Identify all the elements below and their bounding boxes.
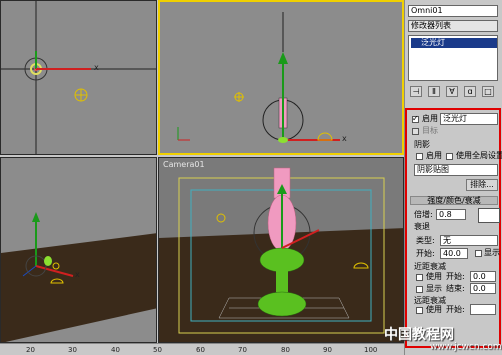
near-start-label: 开始: [446, 272, 465, 281]
make-unique-icon[interactable]: ∀ [446, 86, 458, 97]
decay-show-label: 显示 [484, 248, 500, 257]
far-use-label: 使用 [426, 305, 442, 314]
shadows-group-title: 阴影 [414, 140, 430, 149]
near-end-label: 结束: [446, 284, 465, 293]
light-enable-checkbox[interactable] [412, 114, 419, 124]
tick-label: 30 [68, 346, 77, 354]
shadow-enable-label: 启用 [426, 151, 442, 160]
light-enable-label: 启用 [422, 114, 438, 123]
tick-label: 50 [153, 346, 162, 354]
timeline-ruler[interactable]: 20 30 40 50 60 70 80 90 100 [0, 343, 404, 355]
object-name-field[interactable]: Omni01 [408, 5, 498, 17]
modifier-stack[interactable]: 泛光灯 [408, 35, 498, 81]
decay-type-dropdown[interactable]: 无 [440, 235, 498, 246]
stack-item[interactable]: 泛光灯 [411, 38, 497, 48]
camera-label: Camera01 [163, 160, 205, 169]
viewport-camera[interactable]: Camera01 [158, 157, 404, 343]
far-start-label: 开始: [446, 305, 465, 314]
axis-x-label: x [94, 63, 99, 72]
exclude-button[interactable]: 排除... [466, 179, 498, 191]
bottom-left-scene [1, 212, 156, 342]
watermark-url: www.jcwcn.com [430, 342, 502, 352]
configure-sets-icon[interactable]: □ [482, 86, 494, 97]
decay-start-label: 开始: [416, 249, 435, 258]
show-end-result-icon[interactable]: Ⅱ [428, 86, 440, 97]
near-show-checkbox[interactable] [416, 286, 423, 293]
multiplier-label: 倍增: [414, 210, 433, 219]
far-use-checkbox[interactable] [416, 307, 423, 314]
top-left-scene [1, 1, 156, 154]
modifier-list-dropdown[interactable]: 修改器列表 [408, 20, 498, 32]
tick-label: 60 [196, 346, 205, 354]
light-type-dropdown[interactable]: 泛光灯 [440, 113, 498, 125]
shadow-type-dropdown[interactable]: 阴影贴图 [414, 164, 498, 176]
remove-modifier-icon[interactable]: ɑ [464, 86, 476, 97]
target-label: 目标 [422, 126, 438, 135]
tick-label: 90 [323, 346, 332, 354]
viewport-top-left[interactable]: x [0, 0, 157, 155]
decay-start-field[interactable]: 40.0 [440, 248, 468, 259]
axis-x-label: x [75, 270, 80, 279]
near-start-field[interactable]: 0.0 [470, 271, 496, 282]
tick-label: 40 [111, 346, 120, 354]
viewport-top-right[interactable]: x [158, 0, 404, 155]
near-use-label: 使用 [426, 272, 442, 281]
near-use-checkbox[interactable] [416, 274, 423, 281]
tick-label: 100 [364, 346, 378, 354]
pin-stack-icon[interactable]: ⊣ [410, 86, 422, 97]
target-checkbox[interactable] [412, 128, 419, 135]
shadow-enable-checkbox[interactable] [416, 153, 423, 160]
top-right-scene [177, 12, 340, 143]
tick-label: 20 [26, 346, 35, 354]
use-global-label: 使用全局设置 [456, 151, 502, 160]
light-color-swatch[interactable] [478, 208, 500, 223]
intensity-rollout-header[interactable]: 强度/颜色/衰减 [410, 196, 498, 205]
decay-type-label: 类型: [416, 236, 435, 245]
use-global-checkbox[interactable] [446, 153, 453, 160]
near-show-label: 显示 [426, 284, 442, 293]
tick-label: 70 [238, 346, 247, 354]
far-start-field[interactable] [470, 304, 496, 315]
viewport-bottom-left[interactable]: x [0, 157, 157, 343]
multiplier-field[interactable]: 0.8 [436, 209, 466, 220]
tick-label: 80 [281, 346, 290, 354]
camera-scene [159, 167, 403, 342]
near-atten-group-title: 近距衰减 [414, 262, 446, 271]
watermark-text: 中国教程网 [384, 327, 454, 343]
decay-show-checkbox[interactable] [475, 250, 482, 257]
axis-x-label: x [342, 134, 347, 143]
decay-group-title: 衰退 [414, 222, 430, 231]
near-end-field[interactable]: 0.0 [470, 283, 496, 294]
stack-toolbar: ⊣ Ⅱ ∀ ɑ □ [408, 86, 502, 98]
